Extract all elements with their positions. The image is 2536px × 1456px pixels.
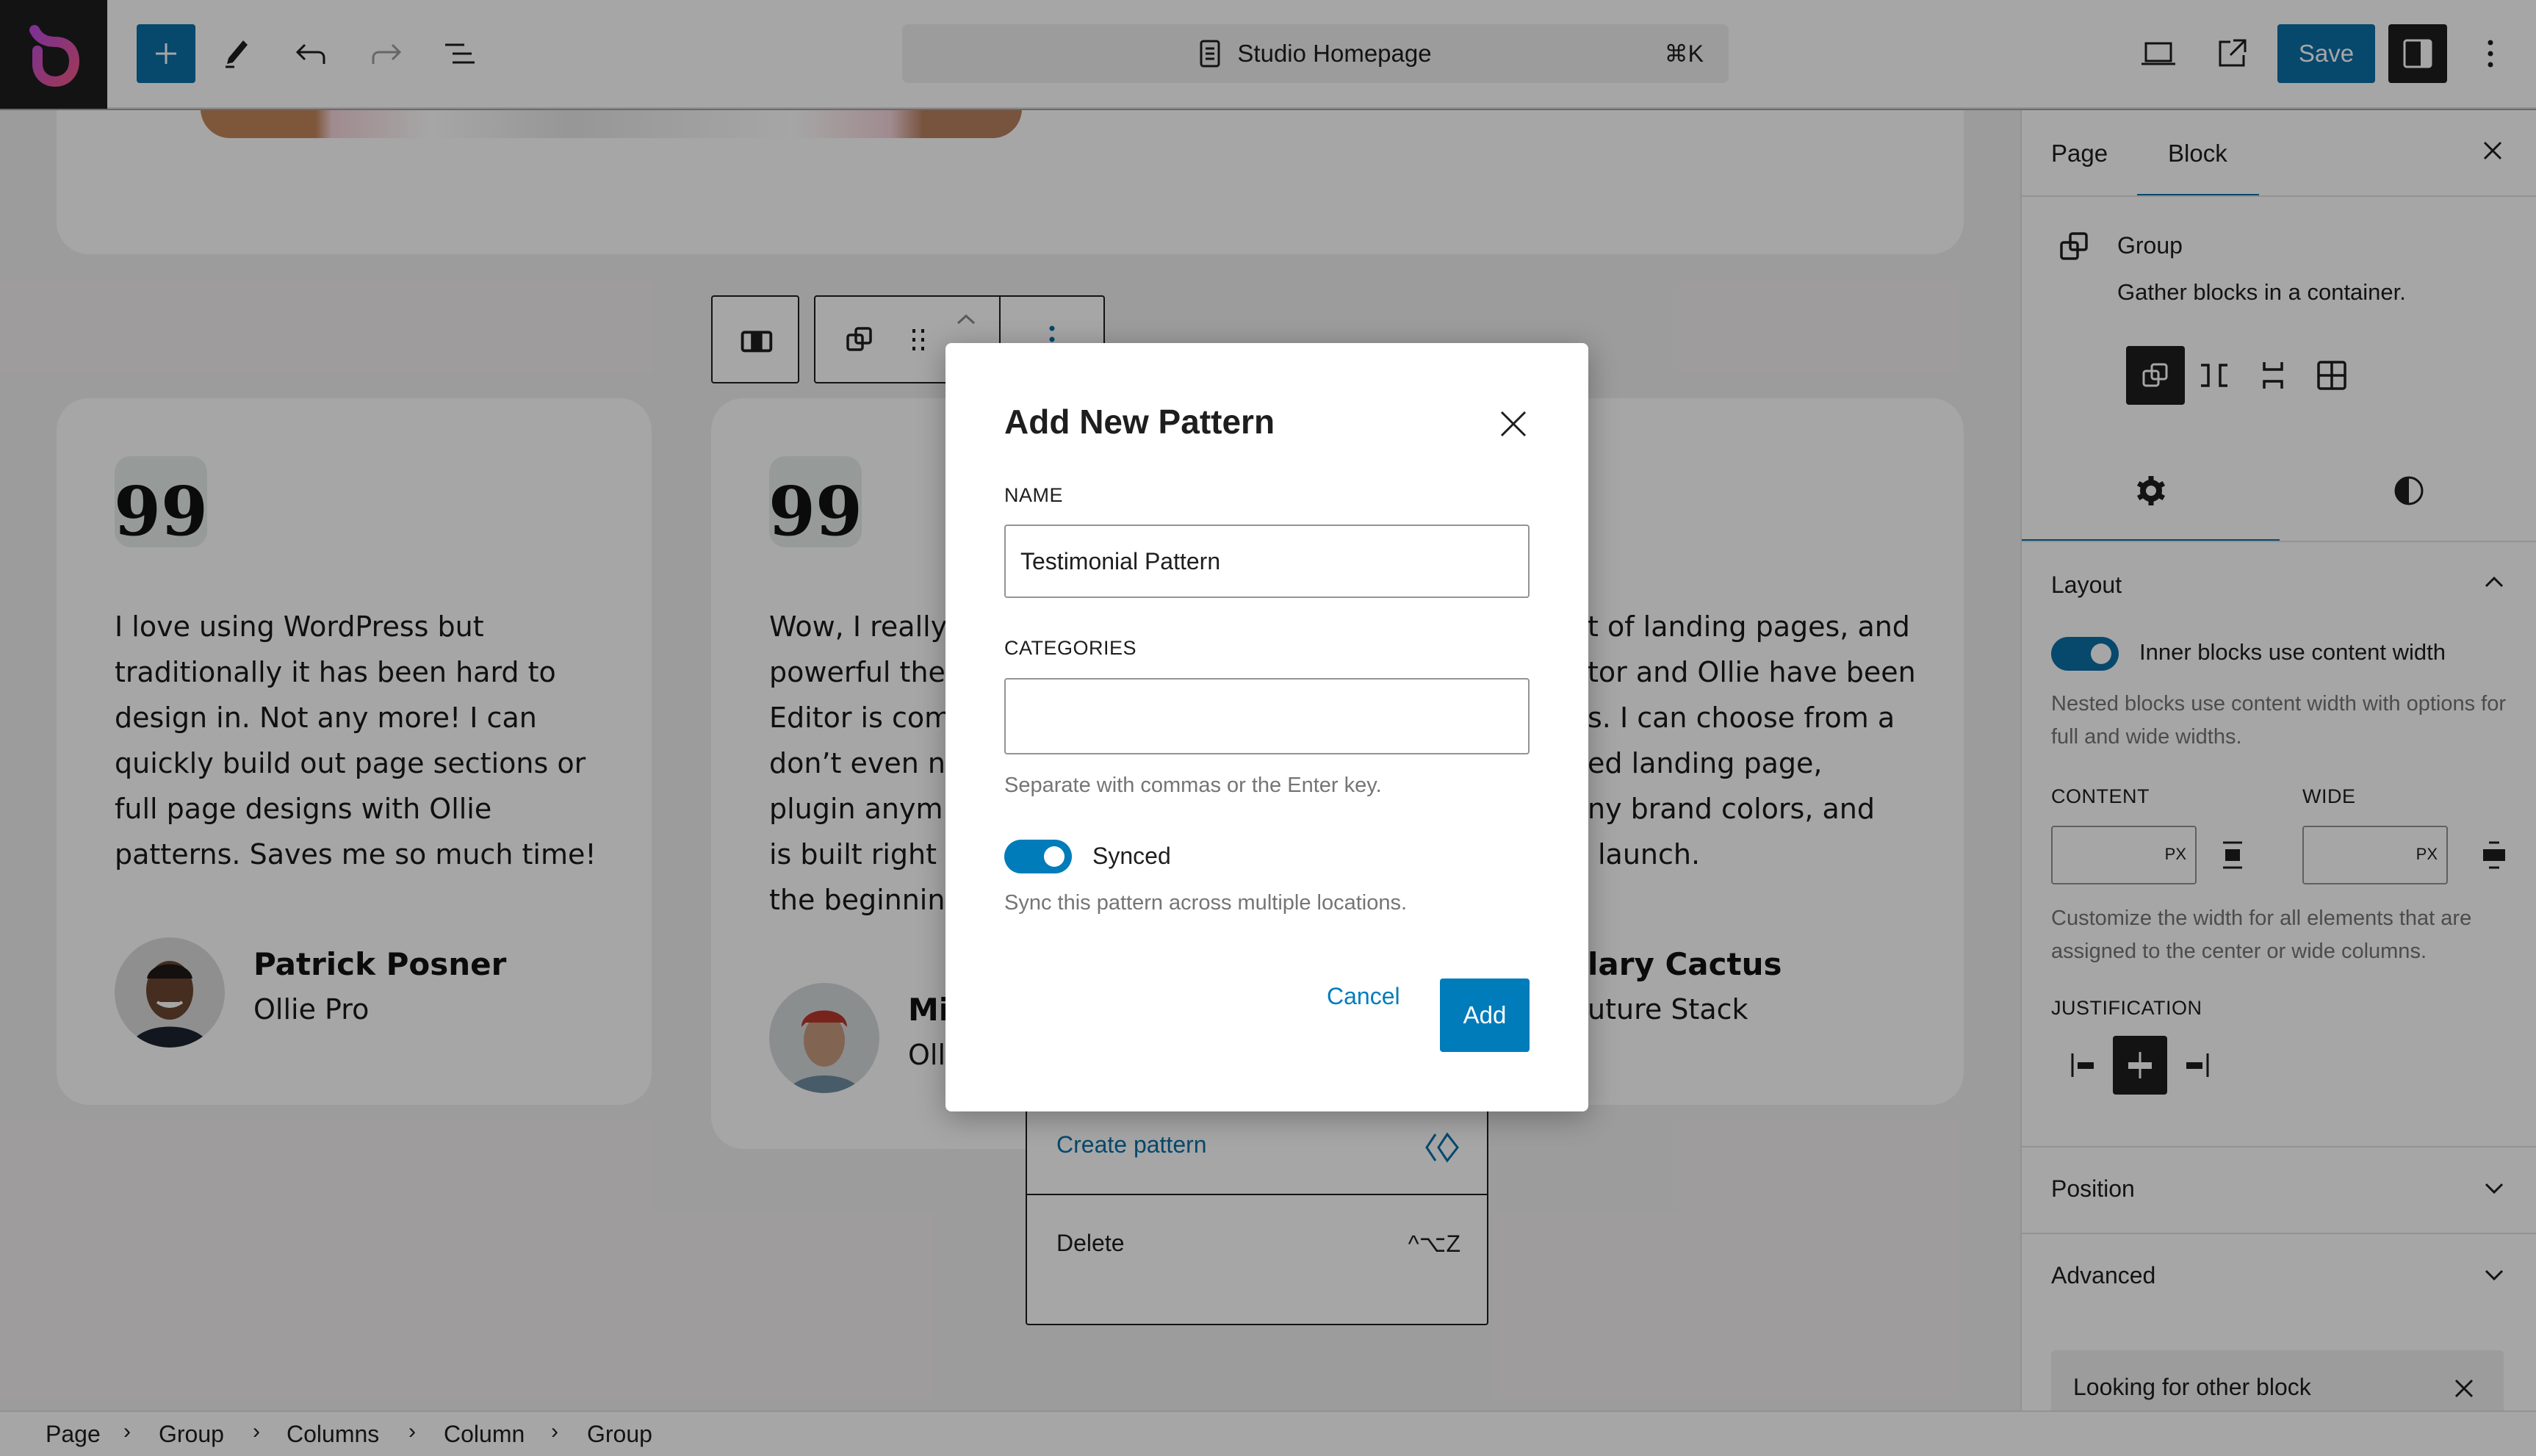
name-label: NAME [1004, 484, 1064, 506]
pattern-categories-input[interactable] [1004, 678, 1530, 754]
cancel-button[interactable]: Cancel [1327, 983, 1400, 1010]
pattern-name-input[interactable] [1004, 525, 1530, 598]
close-icon [1500, 411, 1527, 437]
synced-toggle[interactable] [1004, 840, 1072, 873]
categories-help: Separate with commas or the Enter key. [1004, 774, 1382, 797]
categories-label: CATEGORIES [1004, 637, 1137, 659]
modal-title: Add New Pattern [1004, 403, 1275, 441]
add-button[interactable]: Add [1440, 979, 1530, 1052]
synced-help: Sync this pattern across multiple locati… [1004, 891, 1408, 915]
synced-label: Synced [1092, 843, 1171, 869]
modal-close-button[interactable] [1493, 403, 1534, 444]
